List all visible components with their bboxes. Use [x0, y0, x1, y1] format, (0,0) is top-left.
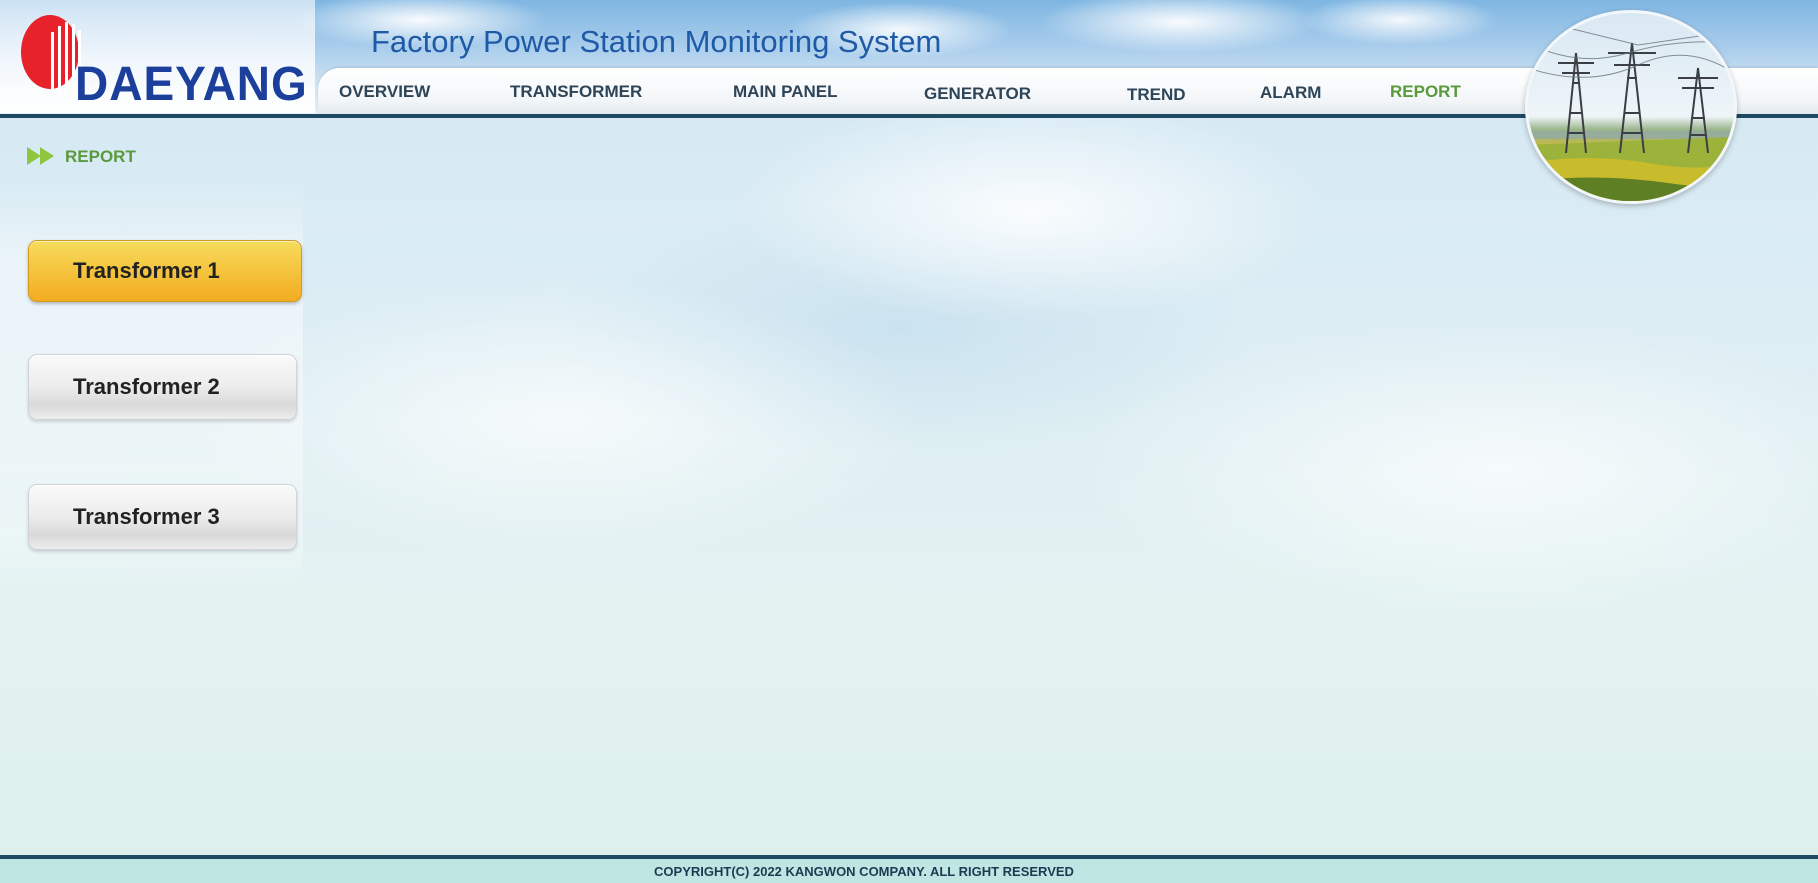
transformer-2-button[interactable]: Transformer 2: [28, 354, 297, 420]
nav-main-panel[interactable]: MAIN PANEL: [733, 82, 838, 102]
logo: DAEYANG: [0, 0, 315, 113]
transformer-3-label: Transformer 3: [73, 504, 220, 529]
transformer-2-label: Transformer 2: [73, 374, 220, 399]
transformer-1-label: Transformer 1: [73, 258, 220, 283]
header: DAEYANG Factory Power Station Monitoring…: [0, 0, 1818, 204]
logo-text: DAEYANG: [75, 55, 308, 111]
nav-report[interactable]: REPORT: [1390, 82, 1461, 102]
footer: COPYRIGHT(C) 2022 KANGWON COMPANY. ALL R…: [0, 859, 1818, 883]
nav-overview[interactable]: OVERVIEW: [339, 82, 430, 102]
double-arrow-icon: [27, 147, 54, 165]
app-title: Factory Power Station Monitoring System: [371, 24, 942, 59]
transmission-tower-icon: [1528, 22, 1734, 201]
power-tower-image: [1525, 10, 1737, 204]
nav-transformer[interactable]: TRANSFORMER: [510, 82, 642, 102]
breadcrumb-label: REPORT: [65, 147, 136, 166]
transformer-3-button[interactable]: Transformer 3: [28, 484, 297, 550]
nav-trend[interactable]: TREND: [1127, 85, 1186, 105]
transformer-1-button[interactable]: Transformer 1: [28, 240, 302, 302]
nav-generator[interactable]: GENERATOR: [924, 84, 1031, 104]
nav-alarm[interactable]: ALARM: [1260, 83, 1321, 103]
copyright-text: COPYRIGHT(C) 2022 KANGWON COMPANY. ALL R…: [654, 863, 1074, 879]
